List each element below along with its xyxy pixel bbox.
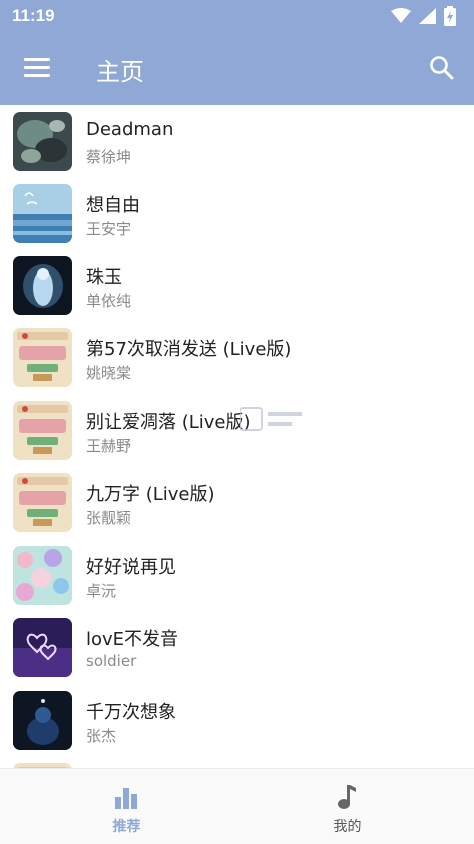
- search-icon: [430, 56, 454, 80]
- status-time: 11:19: [12, 6, 55, 25]
- list-item[interactable]: 第57次取消发送 (Live版) 姚晓棠: [0, 321, 474, 394]
- album-cover: [13, 401, 72, 460]
- song-artist: 姚晓棠: [86, 364, 132, 382]
- song-artist: soldier: [86, 652, 137, 670]
- song-title: lovE不发音: [86, 629, 179, 650]
- watermark-logo: [239, 404, 304, 434]
- song-artist: 张杰: [86, 727, 117, 745]
- song-artist: 卓沅: [86, 582, 117, 600]
- signal-icon: [419, 8, 436, 24]
- album-cover: [13, 473, 72, 532]
- list-item[interactable]: 千万次想象 张杰: [0, 684, 474, 757]
- album-cover: [13, 112, 72, 171]
- search-button[interactable]: [428, 54, 456, 82]
- song-title: 千万次想象: [86, 702, 176, 723]
- list-item[interactable]: 好好说再见 卓沅: [0, 539, 474, 612]
- wifi-icon: [391, 8, 411, 24]
- nav-recommend-label: 推荐: [112, 819, 141, 835]
- album-cover: [13, 618, 72, 677]
- song-artist: 王安宇: [86, 220, 132, 238]
- song-title: 好好说再见: [86, 557, 176, 578]
- menu-line: [24, 66, 50, 69]
- song-artist: 王赫野: [86, 437, 132, 455]
- top-bar: 11:19 主页: [0, 0, 474, 105]
- song-title: 第57次取消发送 (Live版): [86, 339, 292, 360]
- album-cover: [13, 546, 72, 605]
- album-cover: [13, 691, 72, 750]
- song-artist: 蔡徐坤: [86, 148, 132, 166]
- status-bar: 11:19: [0, 0, 474, 32]
- song-list[interactable]: Deadman 蔡徐坤 想自由 王安宇 珠玉 单依纯 第57次取消发送 (Liv…: [0, 105, 474, 768]
- hamburger-menu-icon: [24, 58, 50, 61]
- nav-mine[interactable]: 我的: [229, 769, 466, 844]
- list-item[interactable]: 想自由 王安宇: [0, 177, 474, 250]
- song-artist: 张靓颖: [86, 509, 132, 527]
- song-title: 珠玉: [86, 267, 122, 288]
- bottom-navigation: 推荐 我的: [0, 768, 474, 844]
- song-artist: 单依纯: [86, 292, 132, 310]
- page-title: 主页: [96, 58, 144, 86]
- song-title: 九万字 (Live版): [86, 484, 215, 505]
- list-item[interactable]: [0, 756, 474, 768]
- battery-charging-icon: [444, 6, 456, 26]
- list-item[interactable]: 珠玉 单依纯: [0, 249, 474, 322]
- album-cover: [13, 256, 72, 315]
- menu-button[interactable]: [24, 58, 50, 78]
- nav-mine-label: 我的: [333, 819, 362, 835]
- music-note-icon: [338, 785, 356, 809]
- menu-line: [24, 74, 50, 77]
- nav-recommend[interactable]: 推荐: [8, 769, 245, 844]
- song-title: 别让爱凋落 (Live版): [86, 412, 251, 433]
- song-title: 想自由: [86, 195, 140, 216]
- list-item[interactable]: 九万字 (Live版) 张靓颖: [0, 466, 474, 539]
- status-icons: [391, 6, 456, 26]
- app-bar: 主页: [0, 32, 474, 105]
- list-item[interactable]: 别让爱凋落 (Live版) 王赫野: [0, 394, 474, 467]
- bar-chart-icon: [115, 788, 137, 809]
- album-cover: [13, 328, 72, 387]
- list-item[interactable]: lovE不发音 soldier: [0, 611, 474, 684]
- album-cover: [13, 184, 72, 243]
- song-title: Deadman: [86, 119, 174, 140]
- list-item[interactable]: Deadman 蔡徐坤: [0, 105, 474, 178]
